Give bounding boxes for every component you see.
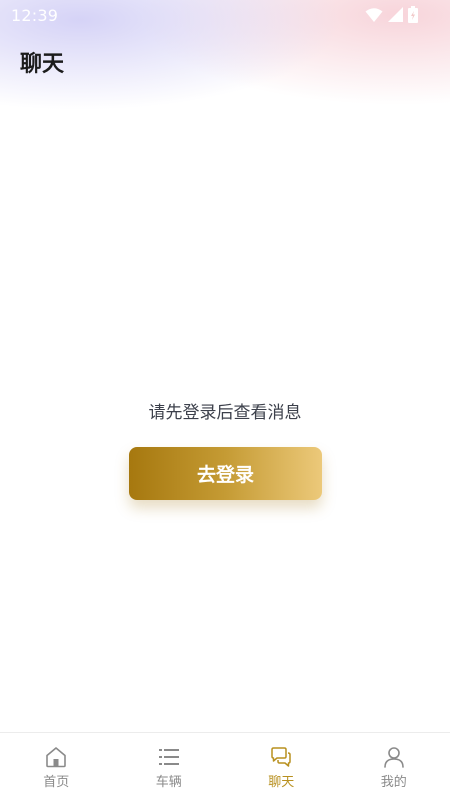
home-icon <box>46 747 67 768</box>
bottom-tab-bar: 首页 车辆 聊天 我的 <box>0 732 450 800</box>
tab-chat[interactable]: 聊天 <box>225 733 338 800</box>
user-icon <box>383 747 404 768</box>
tab-chat-label: 聊天 <box>268 775 295 790</box>
status-icons <box>365 6 418 23</box>
login-prompt-text: 请先登录后查看消息 <box>148 403 302 423</box>
signal-icon <box>388 7 403 22</box>
login-button[interactable]: 去登录 <box>129 447 322 500</box>
battery-icon <box>408 6 418 23</box>
status-bar: 12:39 <box>0 0 450 30</box>
tab-profile[interactable]: 我的 <box>338 733 450 800</box>
status-time: 12:39 <box>11 6 59 25</box>
chat-icon <box>271 747 291 767</box>
tab-profile-label: 我的 <box>380 775 407 790</box>
wifi-icon <box>365 7 383 22</box>
list-icon <box>158 749 179 765</box>
page-title: 聊天 <box>20 52 65 77</box>
tab-vehicles-label: 车辆 <box>155 775 182 790</box>
tab-home[interactable]: 首页 <box>0 733 113 800</box>
tab-home-label: 首页 <box>43 775 70 790</box>
tab-vehicles[interactable]: 车辆 <box>113 733 226 800</box>
